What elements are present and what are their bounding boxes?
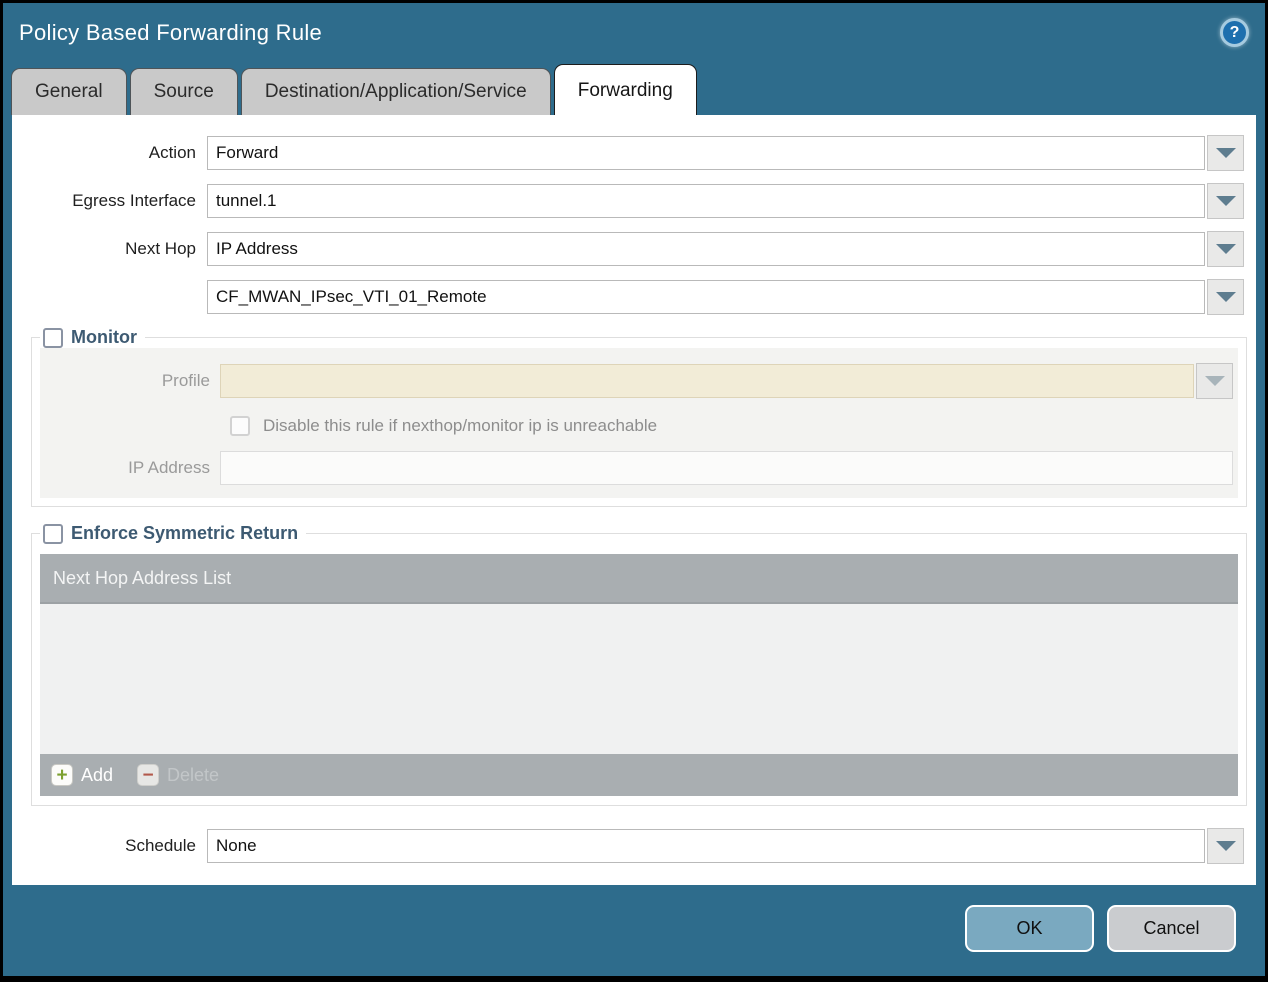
monitor-checkbox[interactable] — [43, 327, 63, 348]
tab-bar: General Source Destination/Application/S… — [3, 62, 1265, 115]
next-hop-type-input[interactable] — [207, 232, 1205, 266]
chevron-down-icon — [1215, 292, 1236, 302]
schedule-dropdown-button[interactable] — [1207, 828, 1244, 864]
monitor-panel: Profile Disable this rule if nexthop/mon… — [40, 348, 1238, 498]
add-plus-icon: + — [51, 764, 73, 786]
profile-row: Profile — [40, 363, 1233, 399]
schedule-input[interactable] — [207, 829, 1205, 863]
schedule-row: Schedule — [12, 828, 1244, 864]
next-hop-address-list-table: Next Hop Address List + Add − Delete — [40, 554, 1238, 796]
profile-input — [220, 364, 1194, 398]
next-hop-address-dropdown-button[interactable] — [1207, 279, 1244, 315]
chevron-down-icon — [1215, 841, 1236, 851]
dialog-footer: OK Cancel — [3, 885, 1265, 976]
disable-rule-checkbox — [230, 416, 250, 436]
tab-general[interactable]: General — [11, 68, 127, 115]
egress-interface-row: Egress Interface — [12, 183, 1244, 219]
chevron-down-icon — [1215, 148, 1236, 158]
next-hop-address-row — [12, 279, 1244, 315]
monitor-ip-address-row: IP Address — [40, 451, 1233, 485]
action-row: Action — [12, 135, 1244, 171]
schedule-label: Schedule — [125, 836, 196, 855]
enforce-symmetric-return-section: Enforce Symmetric Return Next Hop Addres… — [31, 523, 1247, 806]
next-hop-address-input[interactable] — [207, 280, 1205, 314]
monitor-title: Monitor — [71, 327, 137, 347]
next-hop-address-list-header: Next Hop Address List — [40, 554, 1238, 604]
monitor-section: Monitor Profile Disable this rule if nex… — [31, 327, 1247, 507]
cancel-button[interactable]: Cancel — [1107, 905, 1236, 952]
next-hop-row: Next Hop — [12, 231, 1244, 267]
tab-source[interactable]: Source — [129, 68, 238, 115]
ok-button[interactable]: OK — [965, 905, 1094, 952]
disable-rule-label: Disable this rule if nexthop/monitor ip … — [263, 416, 658, 435]
delete-button: − Delete — [137, 764, 219, 786]
enforce-symmetric-return-title: Enforce Symmetric Return — [71, 523, 299, 543]
title-bar: Policy Based Forwarding Rule ? — [3, 3, 1265, 62]
egress-interface-input[interactable] — [207, 184, 1205, 218]
monitor-ip-address-input — [220, 451, 1233, 485]
add-button[interactable]: + Add — [51, 764, 113, 786]
policy-based-forwarding-dialog: Policy Based Forwarding Rule ? General S… — [3, 3, 1265, 976]
chevron-down-icon — [1204, 376, 1225, 386]
next-hop-address-list-body[interactable] — [40, 604, 1238, 754]
tab-destination-application-service[interactable]: Destination/Application/Service — [240, 68, 551, 115]
profile-dropdown-button — [1196, 363, 1233, 399]
egress-interface-label: Egress Interface — [72, 191, 196, 210]
add-button-label: Add — [81, 764, 114, 785]
action-input[interactable] — [207, 136, 1205, 170]
egress-interface-dropdown-button[interactable] — [1207, 183, 1244, 219]
enforce-symmetric-return-legend: Enforce Symmetric Return — [40, 523, 306, 544]
action-dropdown-button[interactable] — [1207, 135, 1244, 171]
chevron-down-icon — [1215, 196, 1236, 206]
help-glyph: ? — [1229, 23, 1240, 41]
tab-forwarding[interactable]: Forwarding — [553, 64, 697, 115]
profile-label: Profile — [161, 371, 210, 390]
chevron-down-icon — [1215, 244, 1236, 254]
forwarding-tab-panel: Action Egress Interface Ne — [12, 115, 1256, 885]
action-label: Action — [148, 143, 196, 162]
monitor-ip-address-label: IP Address — [128, 458, 210, 477]
delete-minus-icon: − — [137, 764, 160, 786]
next-hop-address-list-toolbar: + Add − Delete — [40, 754, 1238, 796]
monitor-legend: Monitor — [40, 327, 145, 348]
next-hop-address-list-header-label: Next Hop Address List — [53, 567, 232, 588]
disable-rule-row: Disable this rule if nexthop/monitor ip … — [230, 416, 1235, 436]
next-hop-type-dropdown-button[interactable] — [1207, 231, 1244, 267]
help-icon[interactable]: ? — [1220, 18, 1249, 47]
next-hop-label: Next Hop — [125, 239, 196, 258]
enforce-symmetric-return-checkbox[interactable] — [43, 523, 63, 544]
dialog-frame: Policy Based Forwarding Rule ? General S… — [0, 0, 1268, 982]
delete-button-label: Delete — [167, 764, 220, 785]
dialog-title: Policy Based Forwarding Rule — [19, 19, 323, 45]
